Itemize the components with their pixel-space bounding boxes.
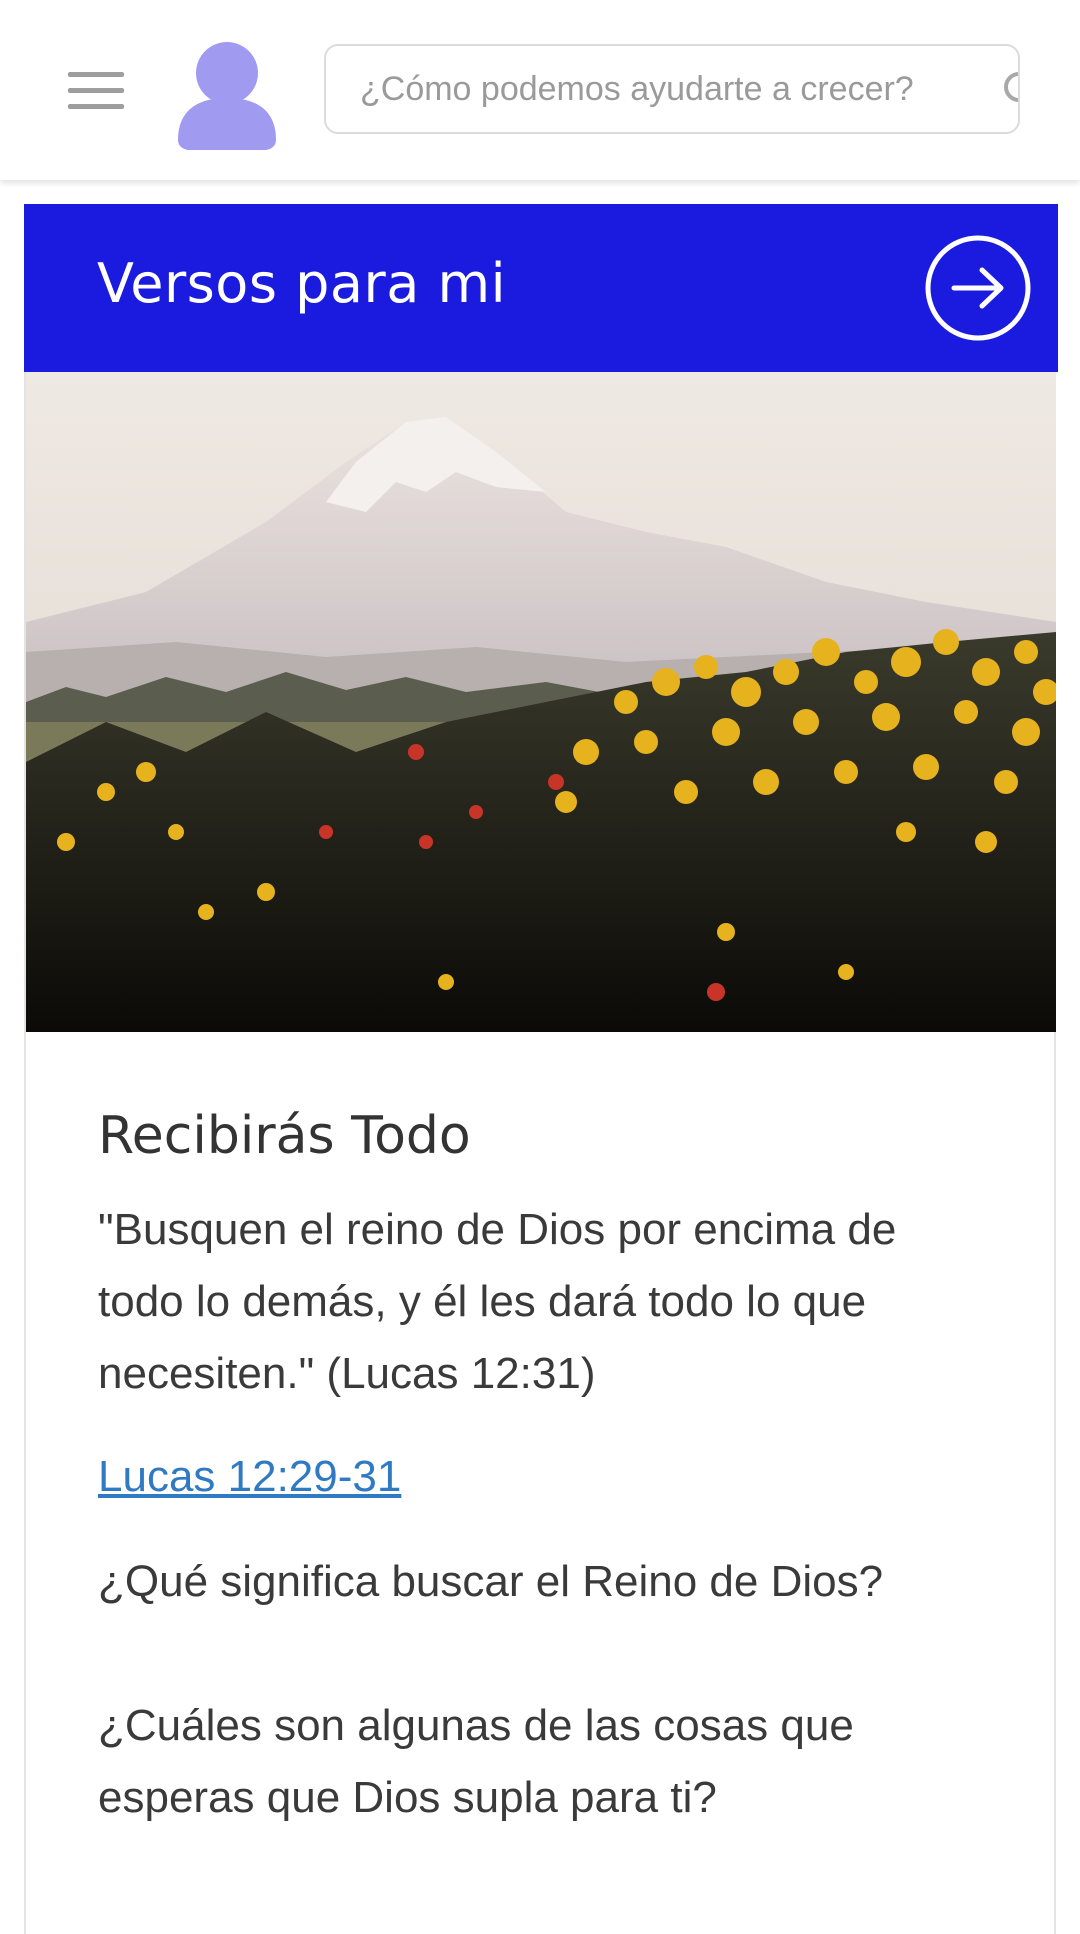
verse-title: Recibirás Todo: [98, 1106, 471, 1166]
user-avatar-icon[interactable]: [176, 40, 278, 150]
search-input[interactable]: [360, 46, 960, 132]
verse-reference-link[interactable]: Lucas 12:29-31: [98, 1452, 401, 1502]
card-header[interactable]: Versos para mi: [24, 204, 1058, 372]
mountain-flowers-image: [26, 372, 1056, 1032]
search-icon[interactable]: [1002, 70, 1020, 110]
verse-content: Recibirás Todo "Busquen el reino de Dios…: [98, 1104, 998, 1834]
reflection-question: ¿Qué significa buscar el Reino de Dios?: [98, 1557, 884, 1606]
arrow-right-circle-icon[interactable]: [924, 234, 1032, 342]
reflection-question: ¿Cuáles son algunas de las cosas que esp…: [98, 1701, 854, 1822]
search-box: [324, 44, 1020, 134]
card-title: Versos para mi: [97, 252, 507, 315]
verse-card: Versos para mi Recibirás Todo "Busquen e…: [24, 204, 1058, 1934]
top-header: [0, 0, 1080, 180]
hamburger-menu-icon[interactable]: [68, 72, 124, 110]
verse-text: "Busquen el reino de Dios por encima de …: [98, 1205, 897, 1398]
